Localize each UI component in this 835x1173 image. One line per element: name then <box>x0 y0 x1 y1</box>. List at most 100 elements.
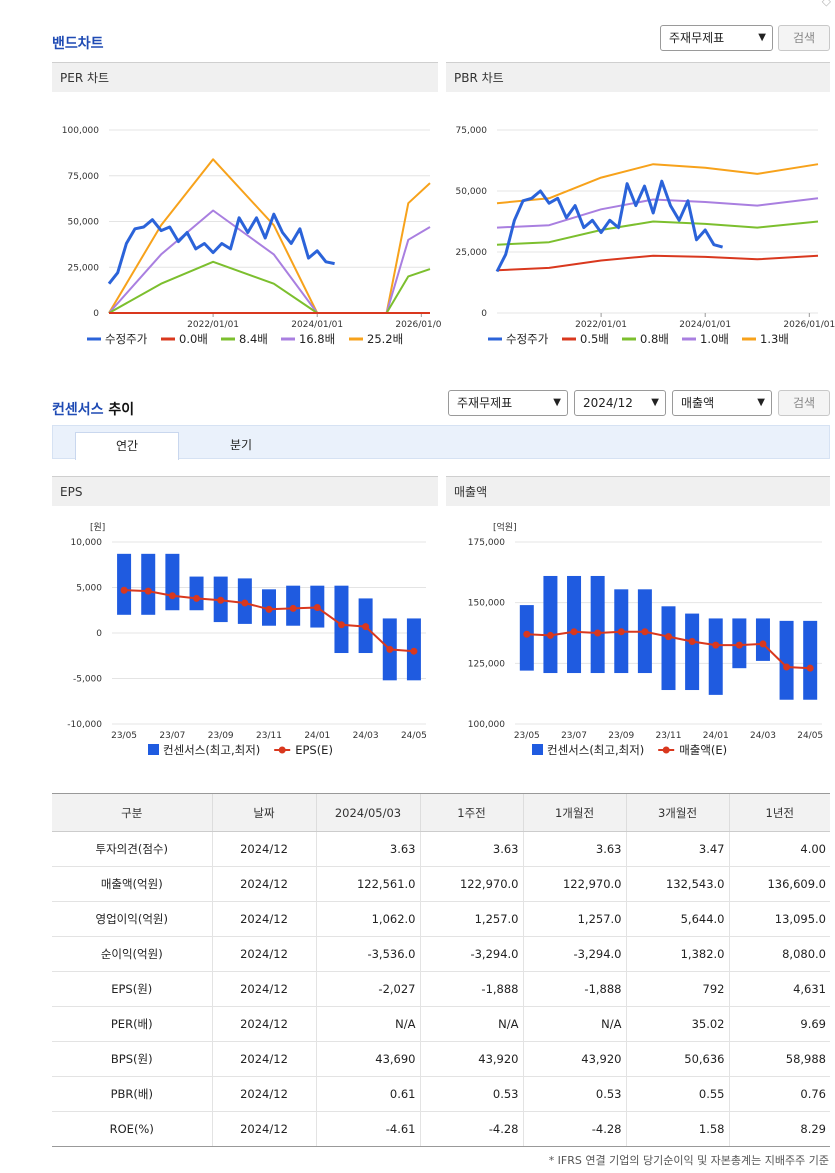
pbr-chart-header: PBR 차트 <box>446 62 830 92</box>
band-chart-title: 밴드차트 <box>52 36 104 52</box>
estimate-point <box>759 640 767 648</box>
x-tick-label: 2026/01/01 <box>395 320 442 330</box>
table-cell: 0.55 <box>625 1076 729 1112</box>
series-line <box>107 212 335 285</box>
estimate-point <box>362 623 370 631</box>
estimate-point <box>783 663 791 671</box>
consensus-bar <box>803 620 818 700</box>
y-tick-label: -10,000 <box>67 720 102 730</box>
y-tick-label: 125,000 <box>468 659 505 669</box>
table-row: BPS(원) 2024/12 43,690 43,920 43,920 50,636 58,… <box>52 1041 830 1077</box>
table-cell: 1,257.0 <box>419 901 523 937</box>
y-tick-label: 10,000 <box>71 538 103 548</box>
legend-swatch <box>278 746 286 754</box>
estimate-point <box>617 628 625 636</box>
tab-quarterly[interactable]: 분기 <box>189 432 293 460</box>
consensus-title: 컨센서스 추이 <box>52 402 135 418</box>
x-tick-label: 23/07 <box>159 731 185 741</box>
estimate-point <box>570 628 578 636</box>
y-unit-label: [원] <box>90 522 105 533</box>
table-cell: 122,561.0 <box>315 866 420 902</box>
legend-label: 수정주가 <box>105 332 148 346</box>
estimate-point <box>523 630 531 638</box>
estimate-point <box>144 587 152 595</box>
table-cell: 2024/12 <box>211 936 316 972</box>
table-cell: 1,382.0 <box>625 936 729 972</box>
x-tick-label: 23/09 <box>608 731 634 741</box>
table-row: 순이익(억원) 2024/12 -3,536.0 -3,294.0 -3,294.0 1,… <box>52 936 830 972</box>
x-tick-label: 24/01 <box>703 731 729 741</box>
chevron-down-icon: ▼ <box>757 397 765 408</box>
series-line <box>108 158 431 314</box>
table-cell: 1,062.0 <box>315 901 420 937</box>
table-cell: 136,609.0 <box>728 866 830 902</box>
table-cell: 3.63 <box>522 831 626 867</box>
footnote: * IFRS 연결 기업의 당기순이익 및 자본총계는 지배주주 기준 <box>548 1154 829 1167</box>
table-cell: 2024/12 <box>211 831 316 867</box>
table-cell: 0.53 <box>419 1076 523 1112</box>
consensus-bar <box>590 575 605 674</box>
eps-chart: [원] 10,000 5,000 0 -5,000 -10,000 23/05 23/07 23… <box>67 522 427 757</box>
consensus-item-select[interactable]: 매출액 ▼ <box>672 390 772 416</box>
legend-label: 25.2배 <box>367 332 403 346</box>
table-cell: 8.29 <box>728 1111 830 1147</box>
legend-swatch <box>532 744 543 755</box>
y-tick-label: 150,000 <box>468 599 505 609</box>
estimate-point <box>313 604 321 612</box>
y-tick-label: 0 <box>93 309 99 319</box>
chevron-down-icon: ▼ <box>553 397 561 408</box>
estimate-point <box>594 629 602 637</box>
table-cell: 4.00 <box>728 831 830 867</box>
table-row: EPS(원) 2024/12 -2,027 -1,888 -1,888 792 4,631 <box>52 971 830 1007</box>
y-tick-label: 100,000 <box>62 126 99 136</box>
consensus-bar <box>165 553 180 611</box>
table-row: PER(배) 2024/12 N/A N/A N/A 35.02 9.69 <box>52 1006 830 1042</box>
table-cell: -4.28 <box>419 1111 523 1147</box>
table-cell: -2,027 <box>315 971 420 1007</box>
table-cell: 1.58 <box>625 1111 729 1147</box>
band-search-button[interactable]: 검색 <box>778 25 830 51</box>
consensus-search-button[interactable]: 검색 <box>778 390 830 416</box>
estimate-point <box>337 621 345 629</box>
table-cell: 0.53 <box>522 1076 626 1112</box>
table-row: 매출액(억원) 2024/12 122,561.0 122,970.0 122,970.… <box>52 866 830 902</box>
consensus-period-select[interactable]: 2024/12 ▼ <box>574 390 666 416</box>
row-label: 투자의견(점수) <box>52 831 212 867</box>
y-tick-label: 0 <box>481 309 487 319</box>
table-cell: 43,920 <box>419 1041 523 1077</box>
legend-label: 0.5배 <box>580 332 609 346</box>
table-cell: 2024/12 <box>211 971 316 1007</box>
legend-label: 1.3배 <box>760 332 789 346</box>
chevron-down-icon: ▼ <box>651 397 659 408</box>
row-label: 매출액(억원) <box>52 866 212 902</box>
table-cell: 43,690 <box>315 1041 420 1077</box>
table-cell: 792 <box>625 971 729 1007</box>
x-tick-label: 2024/01/01 <box>679 320 731 330</box>
table-header: 3개월전 <box>625 793 729 832</box>
series-line <box>496 254 819 272</box>
band-statement-select[interactable]: 주재무제표 ▼ <box>660 25 773 51</box>
y-tick-label: 5,000 <box>76 584 102 594</box>
y-tick-label: 100,000 <box>468 720 505 730</box>
pbr-chart: 75,000 50,000 25,000 0 2022/01/01 2024/01/01 2… <box>456 126 835 346</box>
table-cell: 122,970.0 <box>419 866 523 902</box>
table-header: 날짜 <box>211 793 316 832</box>
row-label: EPS(원) <box>52 971 212 1007</box>
row-label: 영업이익(억원) <box>52 901 212 937</box>
consensus-statement-select[interactable]: 주재무제표 ▼ <box>448 390 568 416</box>
x-tick-label: 2026/01/01 <box>783 320 835 330</box>
estimate-point <box>712 641 720 649</box>
estimate-point <box>546 631 554 639</box>
tab-annual[interactable]: 연간 <box>75 432 179 460</box>
consensus-bar <box>685 613 700 691</box>
x-tick-label: 2024/01/01 <box>291 320 343 330</box>
table-cell: 2024/12 <box>211 1041 316 1077</box>
consensus-bar <box>755 618 770 661</box>
table-cell: 13,095.0 <box>728 901 830 937</box>
y-tick-label: 0 <box>96 629 102 639</box>
row-label: ROE(%) <box>52 1111 212 1147</box>
estimate-point <box>120 586 128 594</box>
x-tick-label: 24/05 <box>797 731 823 741</box>
table-cell: 5,644.0 <box>625 901 729 937</box>
legend-label: 0.0배 <box>179 332 208 346</box>
